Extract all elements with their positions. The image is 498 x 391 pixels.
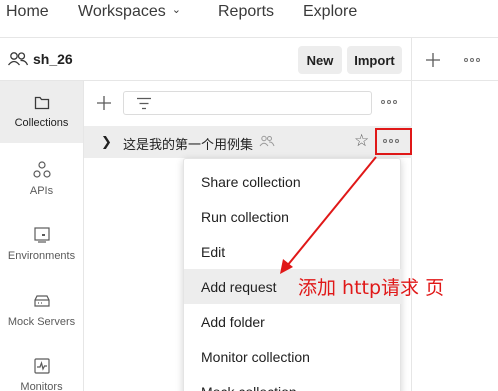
- top-navigation: Home Workspaces ⌄ Reports Explore: [0, 0, 498, 30]
- collections-more-options-icon[interactable]: [381, 100, 397, 104]
- workspace-name[interactable]: sh_26: [33, 51, 73, 67]
- sidebar-item-mock-servers[interactable]: Mock Servers: [0, 292, 83, 328]
- star-icon[interactable]: ☆: [354, 131, 369, 151]
- highlight-box: [375, 128, 412, 155]
- menu-item-mock-collection[interactable]: Mock collection: [184, 374, 402, 391]
- collection-more-options-icon[interactable]: [383, 139, 399, 143]
- annotation-label: 添加 http请求 页: [298, 277, 445, 299]
- sidebar-item-collections[interactable]: Collections: [0, 81, 83, 143]
- chevron-right-icon[interactable]: ❯: [101, 134, 112, 150]
- filter-icon[interactable]: [136, 97, 152, 110]
- sidebar-item-apis[interactable]: APIs: [0, 161, 83, 197]
- collection-row[interactable]: ❯ 这是我的第一个用例集 ☆: [84, 126, 412, 158]
- menu-item-share-collection[interactable]: Share collection: [184, 164, 402, 199]
- nav-home[interactable]: Home: [6, 3, 49, 21]
- menu-item-run-collection[interactable]: Run collection: [184, 199, 402, 234]
- sidebar-item-label: APIs: [29, 185, 54, 197]
- new-button[interactable]: New: [298, 46, 342, 74]
- monitors-icon: [33, 358, 50, 374]
- sidebar-item-monitors[interactable]: Monitors: [0, 357, 83, 391]
- sidebar-item-label: Environments: [7, 250, 76, 262]
- apis-icon: [32, 161, 51, 178]
- nav-workspaces[interactable]: Workspaces ⌄: [78, 3, 181, 21]
- sidebar-item-environments[interactable]: Environments: [0, 226, 83, 262]
- import-button[interactable]: Import: [347, 46, 402, 74]
- add-collection-plus-icon[interactable]: [96, 95, 112, 111]
- collections-icon: [34, 96, 49, 110]
- nav-reports[interactable]: Reports: [218, 3, 274, 21]
- new-tab-plus-icon[interactable]: [425, 52, 441, 68]
- sidebar-item-label: Monitors: [20, 381, 63, 391]
- more-options-icon[interactable]: [464, 58, 480, 62]
- sidebar-item-label: Mock Servers: [7, 316, 76, 328]
- shared-users-icon: [259, 135, 275, 147]
- workspace-header: sh_26 New Import: [0, 38, 498, 80]
- sidebar: Collections APIs Environments Mock Serve…: [0, 81, 83, 391]
- menu-item-add-folder[interactable]: Add folder: [184, 304, 402, 339]
- environments-icon: [33, 227, 50, 243]
- nav-workspaces-label: Workspaces: [78, 3, 166, 20]
- mock-servers-icon: [33, 295, 50, 307]
- divider: [411, 38, 412, 81]
- sidebar-item-label: Collections: [14, 117, 69, 129]
- collections-search-input[interactable]: [123, 91, 372, 115]
- menu-item-monitor-collection[interactable]: Monitor collection: [184, 339, 402, 374]
- collection-name[interactable]: 这是我的第一个用例集: [123, 134, 253, 153]
- team-icon: [7, 52, 29, 66]
- menu-item-edit[interactable]: Edit: [184, 234, 402, 269]
- chevron-down-icon: ⌄: [171, 4, 181, 16]
- nav-explore[interactable]: Explore: [303, 3, 357, 21]
